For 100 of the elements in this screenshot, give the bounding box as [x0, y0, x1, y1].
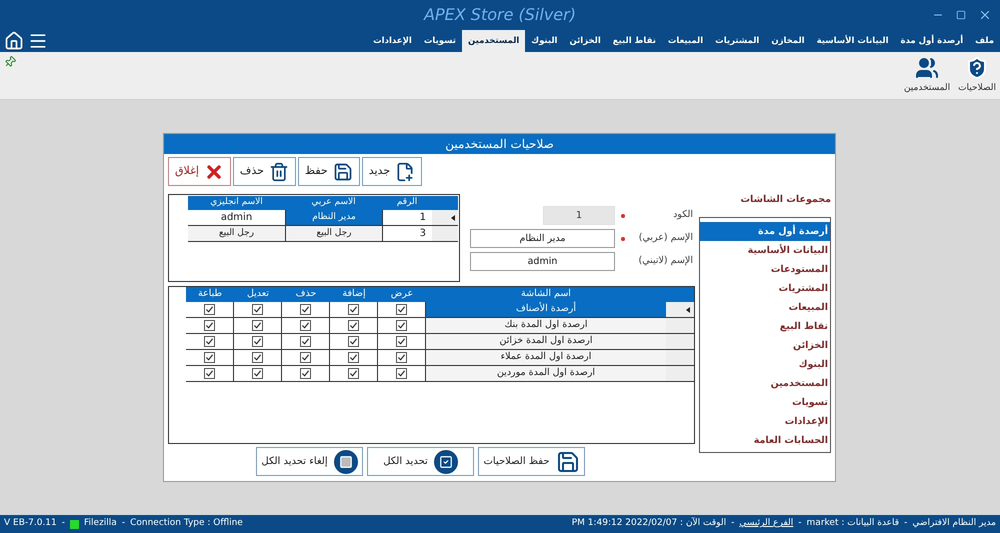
field-label: الكود	[672, 208, 693, 222]
checkbox[interactable]	[300, 304, 311, 315]
menu-tab[interactable]: المخازن	[765, 30, 811, 52]
menu-tab[interactable]: المستخدمين	[462, 30, 526, 52]
ribbon-button[interactable]: المستخدمين	[904, 56, 950, 96]
ribbon-button[interactable]: الصلاحيات	[958, 56, 996, 96]
status-text: الوقت الآن : PM 1:49:12 2022/02/07	[572, 517, 726, 530]
column-header: الرقم	[396, 196, 418, 210]
checkbox[interactable]	[204, 352, 215, 363]
column-header: طباعة	[196, 287, 224, 302]
list-item[interactable]: الإعدادات	[700, 412, 830, 432]
checkbox[interactable]	[204, 304, 215, 315]
branch-link[interactable]: الفرع الرئيسي	[739, 517, 794, 531]
toolbar-button[interactable]: إغلاق	[168, 157, 231, 186]
status-text: مدير النظام الافتراضي	[912, 517, 996, 530]
checkbox[interactable]	[300, 336, 311, 347]
list-item[interactable]: أرصدة أول مدة	[700, 222, 830, 242]
checkbox[interactable]	[252, 304, 263, 315]
status-text: قاعدة البيانات : market	[806, 517, 900, 530]
table-cell[interactable]: رجل البيع	[285, 226, 382, 241]
list-item[interactable]: المستودعات	[700, 260, 830, 280]
menu-tab[interactable]: المشتريات	[709, 30, 766, 52]
checkbox[interactable]	[252, 336, 263, 347]
checkbox[interactable]	[396, 336, 407, 347]
list-item[interactable]: المبيعات	[700, 298, 830, 318]
checkbox[interactable]	[204, 336, 215, 347]
menu-tab[interactable]: أرصدة أول مدة	[894, 30, 970, 52]
checkbox[interactable]	[204, 368, 215, 379]
checkbox[interactable]	[348, 304, 359, 315]
version-text: V EB-7.0.11	[4, 517, 57, 530]
table-cell[interactable]: ارصدة اول المدة عملاء	[426, 350, 666, 365]
row-indicator-icon	[451, 214, 455, 220]
column-header: إضافة	[341, 287, 367, 302]
column-header: الاسم عربي	[310, 196, 357, 210]
save-icon	[556, 450, 580, 474]
list-item[interactable]: تسويات	[700, 393, 830, 412]
list-item[interactable]: البنوك	[700, 355, 830, 374]
menu-tab[interactable]: نقاط البيع	[606, 30, 662, 52]
checkbox[interactable]	[252, 368, 263, 379]
column-header: عرض	[390, 287, 414, 302]
list-item[interactable]: المشتريات	[700, 279, 830, 298]
menu-tab[interactable]: البيانات الأساسية	[810, 30, 894, 52]
home-icon[interactable]	[4, 31, 24, 51]
table-cell[interactable]: ارصدة اول المدة موردين	[426, 366, 666, 381]
toolbar-button[interactable]: جديد	[362, 157, 422, 186]
action-button[interactable]: تحديد الكل	[367, 447, 474, 476]
table-cell[interactable]: ارصدة اول المدة بنك	[426, 318, 666, 333]
list-item[interactable]: الحسابات العامة	[700, 431, 830, 450]
checkbox[interactable]	[252, 320, 263, 331]
required-icon	[621, 236, 625, 240]
menu-tab[interactable]: المبيعات	[662, 30, 710, 52]
checkbox[interactable]	[300, 368, 311, 379]
text-field[interactable]: مدير النظام	[470, 229, 615, 248]
separator: -	[798, 517, 802, 530]
checkbox[interactable]	[348, 368, 359, 379]
close-icon[interactable]	[978, 8, 992, 22]
checkbox[interactable]	[300, 352, 311, 363]
checkbox[interactable]	[204, 320, 215, 331]
action-button[interactable]: إلغاء تحديد الكل	[256, 447, 363, 476]
row-header[interactable]	[666, 302, 694, 317]
list-item[interactable]: المستخدمين	[700, 374, 830, 394]
column-header: اسم الشاشة	[520, 287, 572, 302]
menu-tab[interactable]: تسويات	[418, 30, 462, 52]
menu-tab[interactable]: الخزائن	[563, 30, 607, 52]
menu-tab[interactable]: البنوك	[525, 30, 564, 52]
checkbox[interactable]	[252, 352, 263, 363]
column-header: الاسم انجليزي	[209, 196, 264, 210]
row-header[interactable]	[432, 210, 458, 225]
checkbox[interactable]	[396, 368, 407, 379]
table-cell[interactable]: رجل البيع	[188, 226, 285, 241]
separator: -	[904, 517, 908, 530]
row-indicator-icon	[686, 306, 690, 312]
list-item[interactable]: البيانات الأساسية	[700, 241, 830, 260]
table-cell[interactable]: مدير النظام	[285, 210, 382, 225]
checkbox[interactable]	[300, 320, 311, 331]
table-cell[interactable]: ارصدة اول المدة خزائن	[426, 334, 666, 349]
list-item[interactable]: الخزائن	[700, 336, 830, 356]
save-icon	[332, 162, 353, 182]
checkbox[interactable]	[396, 320, 407, 331]
field-label: الإسم (لاتيني)	[638, 254, 693, 268]
action-button[interactable]: حفظ الصلاحيات	[478, 447, 585, 476]
toolbar-button[interactable]: حذف	[232, 157, 296, 186]
menu-tab[interactable]: الإعدادات	[367, 30, 418, 52]
column-header: حذف	[294, 287, 318, 302]
checkbox[interactable]	[396, 352, 407, 363]
checkbox[interactable]	[396, 304, 407, 315]
table-cell[interactable]: أرصدة الأصناف	[426, 302, 666, 317]
list-item[interactable]: نقاط البيع	[700, 317, 830, 336]
checkbox[interactable]	[348, 336, 359, 347]
check-all-icon	[434, 450, 458, 474]
delete-icon	[268, 162, 289, 182]
group-title: مجموعات الشاشات	[740, 193, 831, 207]
checkbox[interactable]	[348, 352, 359, 363]
required-icon	[621, 214, 625, 218]
maximize-icon[interactable]	[956, 10, 966, 20]
checkbox[interactable]	[348, 320, 359, 331]
toolbar-button[interactable]: حفظ	[298, 157, 360, 186]
text-field[interactable]: admin	[470, 252, 615, 271]
separator: -	[62, 517, 66, 530]
menu-tab[interactable]: ملف	[969, 30, 1000, 52]
